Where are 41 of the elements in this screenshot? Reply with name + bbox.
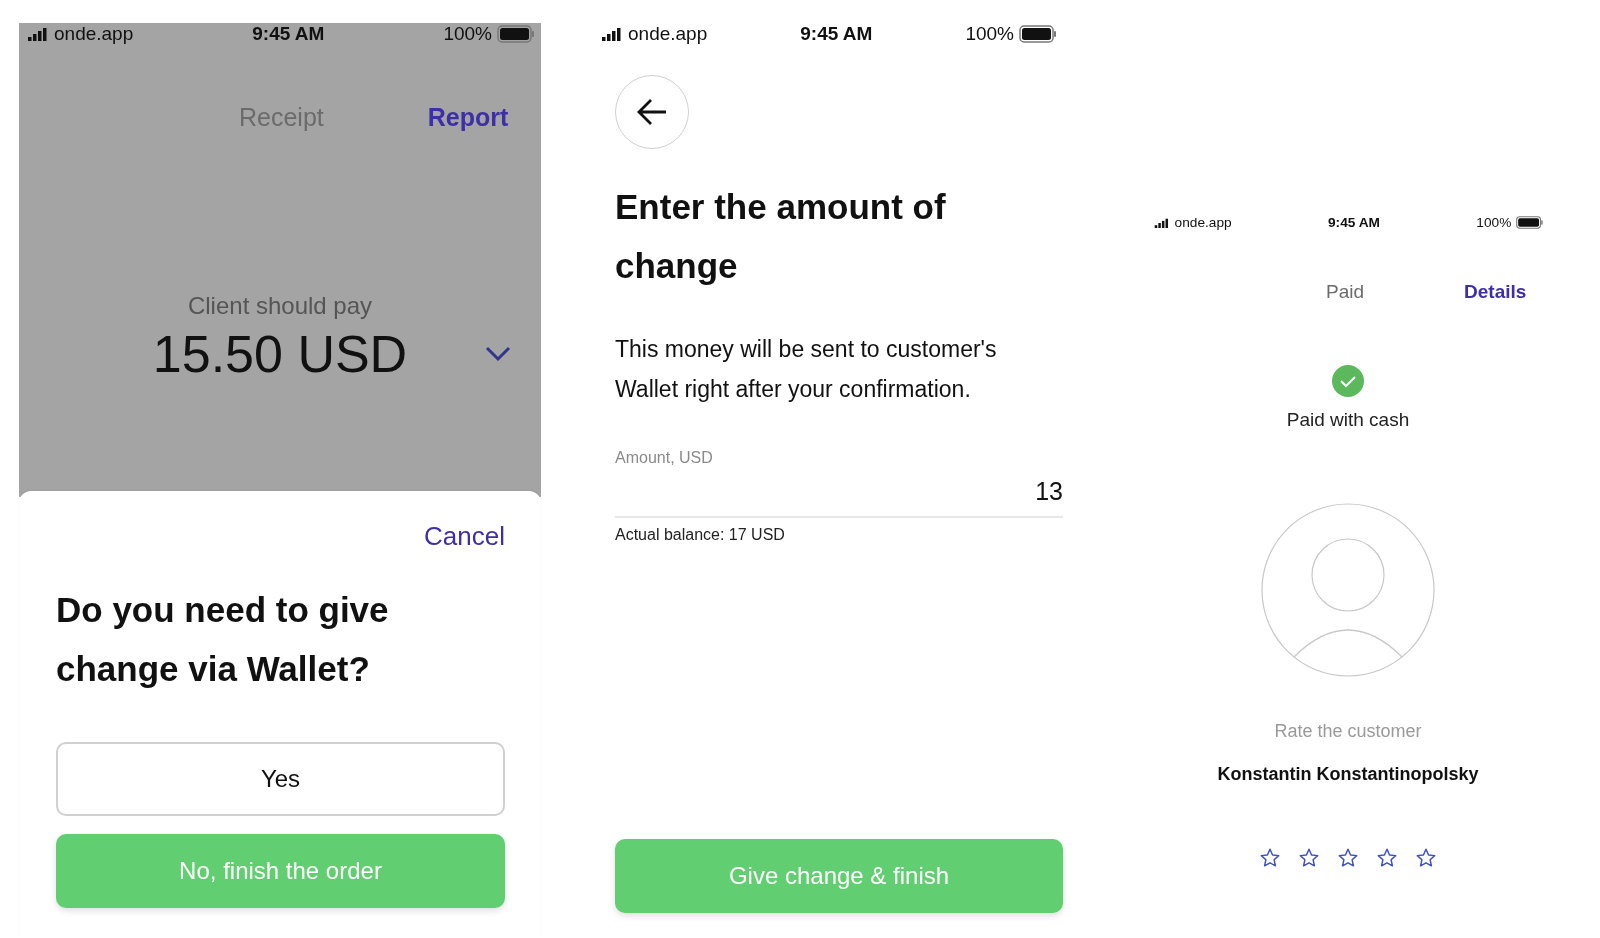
page-title: Enter the amount of change: [615, 186, 947, 287]
tab[interactable]: Report: [427, 103, 509, 132]
battery-icon: [1019, 25, 1057, 43]
signal-icon: [1153, 217, 1170, 228]
star-icon[interactable]: [1259, 846, 1281, 869]
description-text: This money will be sent to customer's Wallet right after your confirmation.: [615, 335, 998, 404]
rate-label: Rate the customer: [1274, 720, 1422, 742]
chevron-down-icon[interactable]: [485, 346, 511, 362]
field-label: Amount, USD: [615, 449, 714, 467]
clock-time: 9:45 AM: [800, 23, 873, 45]
star-icon[interactable]: [1415, 846, 1437, 869]
balance-text: Actual balance: 17 USD: [615, 526, 786, 544]
star-icon[interactable]: [1376, 846, 1398, 869]
customer-name: Konstantin Konstantinopolsky: [1217, 763, 1479, 785]
payment-status: Paid with cash: [1286, 408, 1410, 431]
battery-percentage: 100%: [965, 23, 1014, 45]
avatar-placeholder-icon: [1261, 502, 1435, 677]
signal-icon: [27, 27, 49, 41]
back-arrow-icon: [636, 98, 668, 126]
amount-label: Client should pay: [186, 292, 374, 320]
sheet-question: Do you need to give change via Wallet?: [56, 589, 390, 690]
battery-icon: [497, 25, 535, 43]
star-icon[interactable]: [1298, 846, 1320, 869]
clock-time: 9:45 AM: [1328, 215, 1380, 231]
battery-icon: [1516, 216, 1544, 230]
carrier-name: onde.app: [54, 23, 134, 45]
battery-percentage: 100%: [443, 23, 492, 45]
check-circle-icon: [1332, 364, 1364, 397]
carrier-name: onde.app: [1174, 215, 1232, 231]
carrier-name: onde.app: [628, 23, 708, 45]
star-rating[interactable]: [1259, 846, 1437, 869]
yes-button[interactable]: Yes: [56, 742, 505, 816]
amount-value: 15.50 USD: [152, 324, 408, 384]
signal-icon: [601, 27, 623, 41]
tab[interactable]: Paid: [1326, 280, 1365, 303]
battery-percentage: 100%: [1476, 215, 1512, 231]
cancel-link[interactable]: Cancel: [424, 521, 505, 552]
star-icon[interactable]: [1337, 846, 1359, 869]
amount-input[interactable]: 13: [615, 477, 1063, 518]
tab[interactable]: Details: [1464, 280, 1527, 303]
clock-time: 9:45 AM: [252, 23, 325, 45]
